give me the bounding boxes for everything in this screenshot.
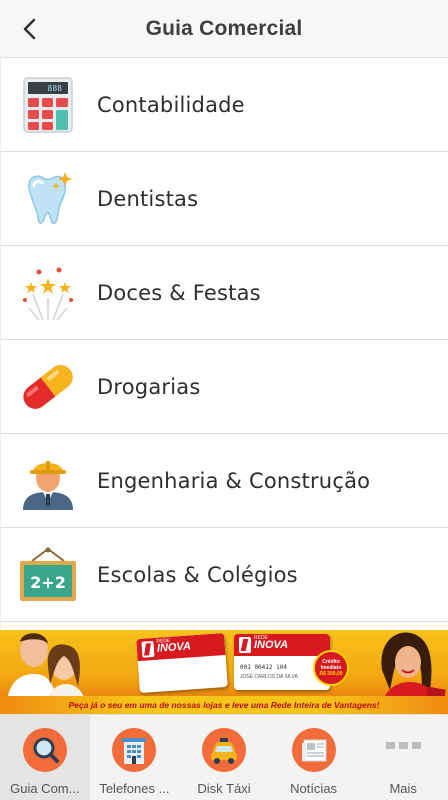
tab-mais[interactable]: Mais [358, 715, 448, 800]
card-number: 001 00412 104 [240, 664, 287, 671]
building-icon [112, 728, 157, 772]
tab-label: Disk Táxi [197, 781, 251, 796]
credit-badge: Crédito Imediato R$ 200,00 [313, 650, 349, 686]
page-title: Guia Comercial [145, 16, 303, 40]
svg-text:2+2: 2+2 [30, 573, 66, 592]
list-item-label: Contabilidade [97, 92, 245, 117]
app-header: Guia Comercial [0, 0, 448, 58]
category-list: 888 Contabilidade Dentistas Doces & Fest… [0, 58, 448, 630]
brand-name: INOVA [156, 640, 192, 655]
list-item-doces-festas[interactable]: Doces & Festas [1, 246, 448, 340]
fireworks-icon [18, 263, 78, 323]
list-item-label: Dentistas [97, 186, 199, 211]
list-item-escolas-colegios[interactable]: 2+2 Escolas & Colégios [1, 528, 448, 622]
list-item-label: Doces & Festas [97, 280, 261, 305]
card-holder: JOSÉ CARLOS DA SILVA [240, 674, 298, 680]
tab-label: Notícias [290, 781, 338, 796]
calculator-icon: 888 [18, 75, 78, 135]
tooth-icon [18, 169, 78, 229]
newspaper-icon [291, 728, 336, 772]
tab-noticias[interactable]: Notícias [269, 715, 359, 800]
list-item-label: Engenharia & Construção [97, 468, 371, 493]
tab-label: Telefones ... [99, 781, 170, 796]
pill-icon [18, 357, 78, 417]
banner-tagline: Peça já o seu em uma de nossas lojas e l… [0, 696, 448, 714]
list-item-engenharia-construcao[interactable]: Engenharia & Construção [1, 434, 448, 528]
list-item-label: Escolas & Colégios [97, 562, 298, 587]
brand-name: INOVA [254, 639, 289, 651]
back-button[interactable] [14, 13, 46, 45]
tab-telefones[interactable]: Telefones ... [90, 715, 180, 800]
chalkboard-icon: 2+2 [18, 545, 78, 605]
tab-guia-comercial[interactable]: Guia Com... [0, 715, 90, 800]
list-item-contabilidade[interactable]: 888 Contabilidade [1, 58, 448, 152]
tab-label: Mais [389, 781, 417, 796]
search-icon [22, 728, 67, 772]
inova-card-front: REDE INOVA [136, 632, 228, 694]
list-item-label: Drogarias [97, 374, 201, 399]
more-icon [385, 742, 421, 749]
list-item-drogarias[interactable]: Drogarias [1, 340, 448, 434]
list-item-dentistas[interactable]: Dentistas [1, 152, 448, 246]
taxi-icon [201, 728, 246, 772]
bottom-tab-bar: Guia Com... Telefones ... Disk Táxi Notí… [0, 714, 448, 800]
tab-label: Guia Com... [10, 781, 80, 796]
chevron-left-icon [23, 18, 36, 40]
tab-disk-taxi[interactable]: Disk Táxi [179, 715, 269, 800]
svg-text:888: 888 [48, 84, 63, 93]
worker-icon [18, 451, 78, 511]
